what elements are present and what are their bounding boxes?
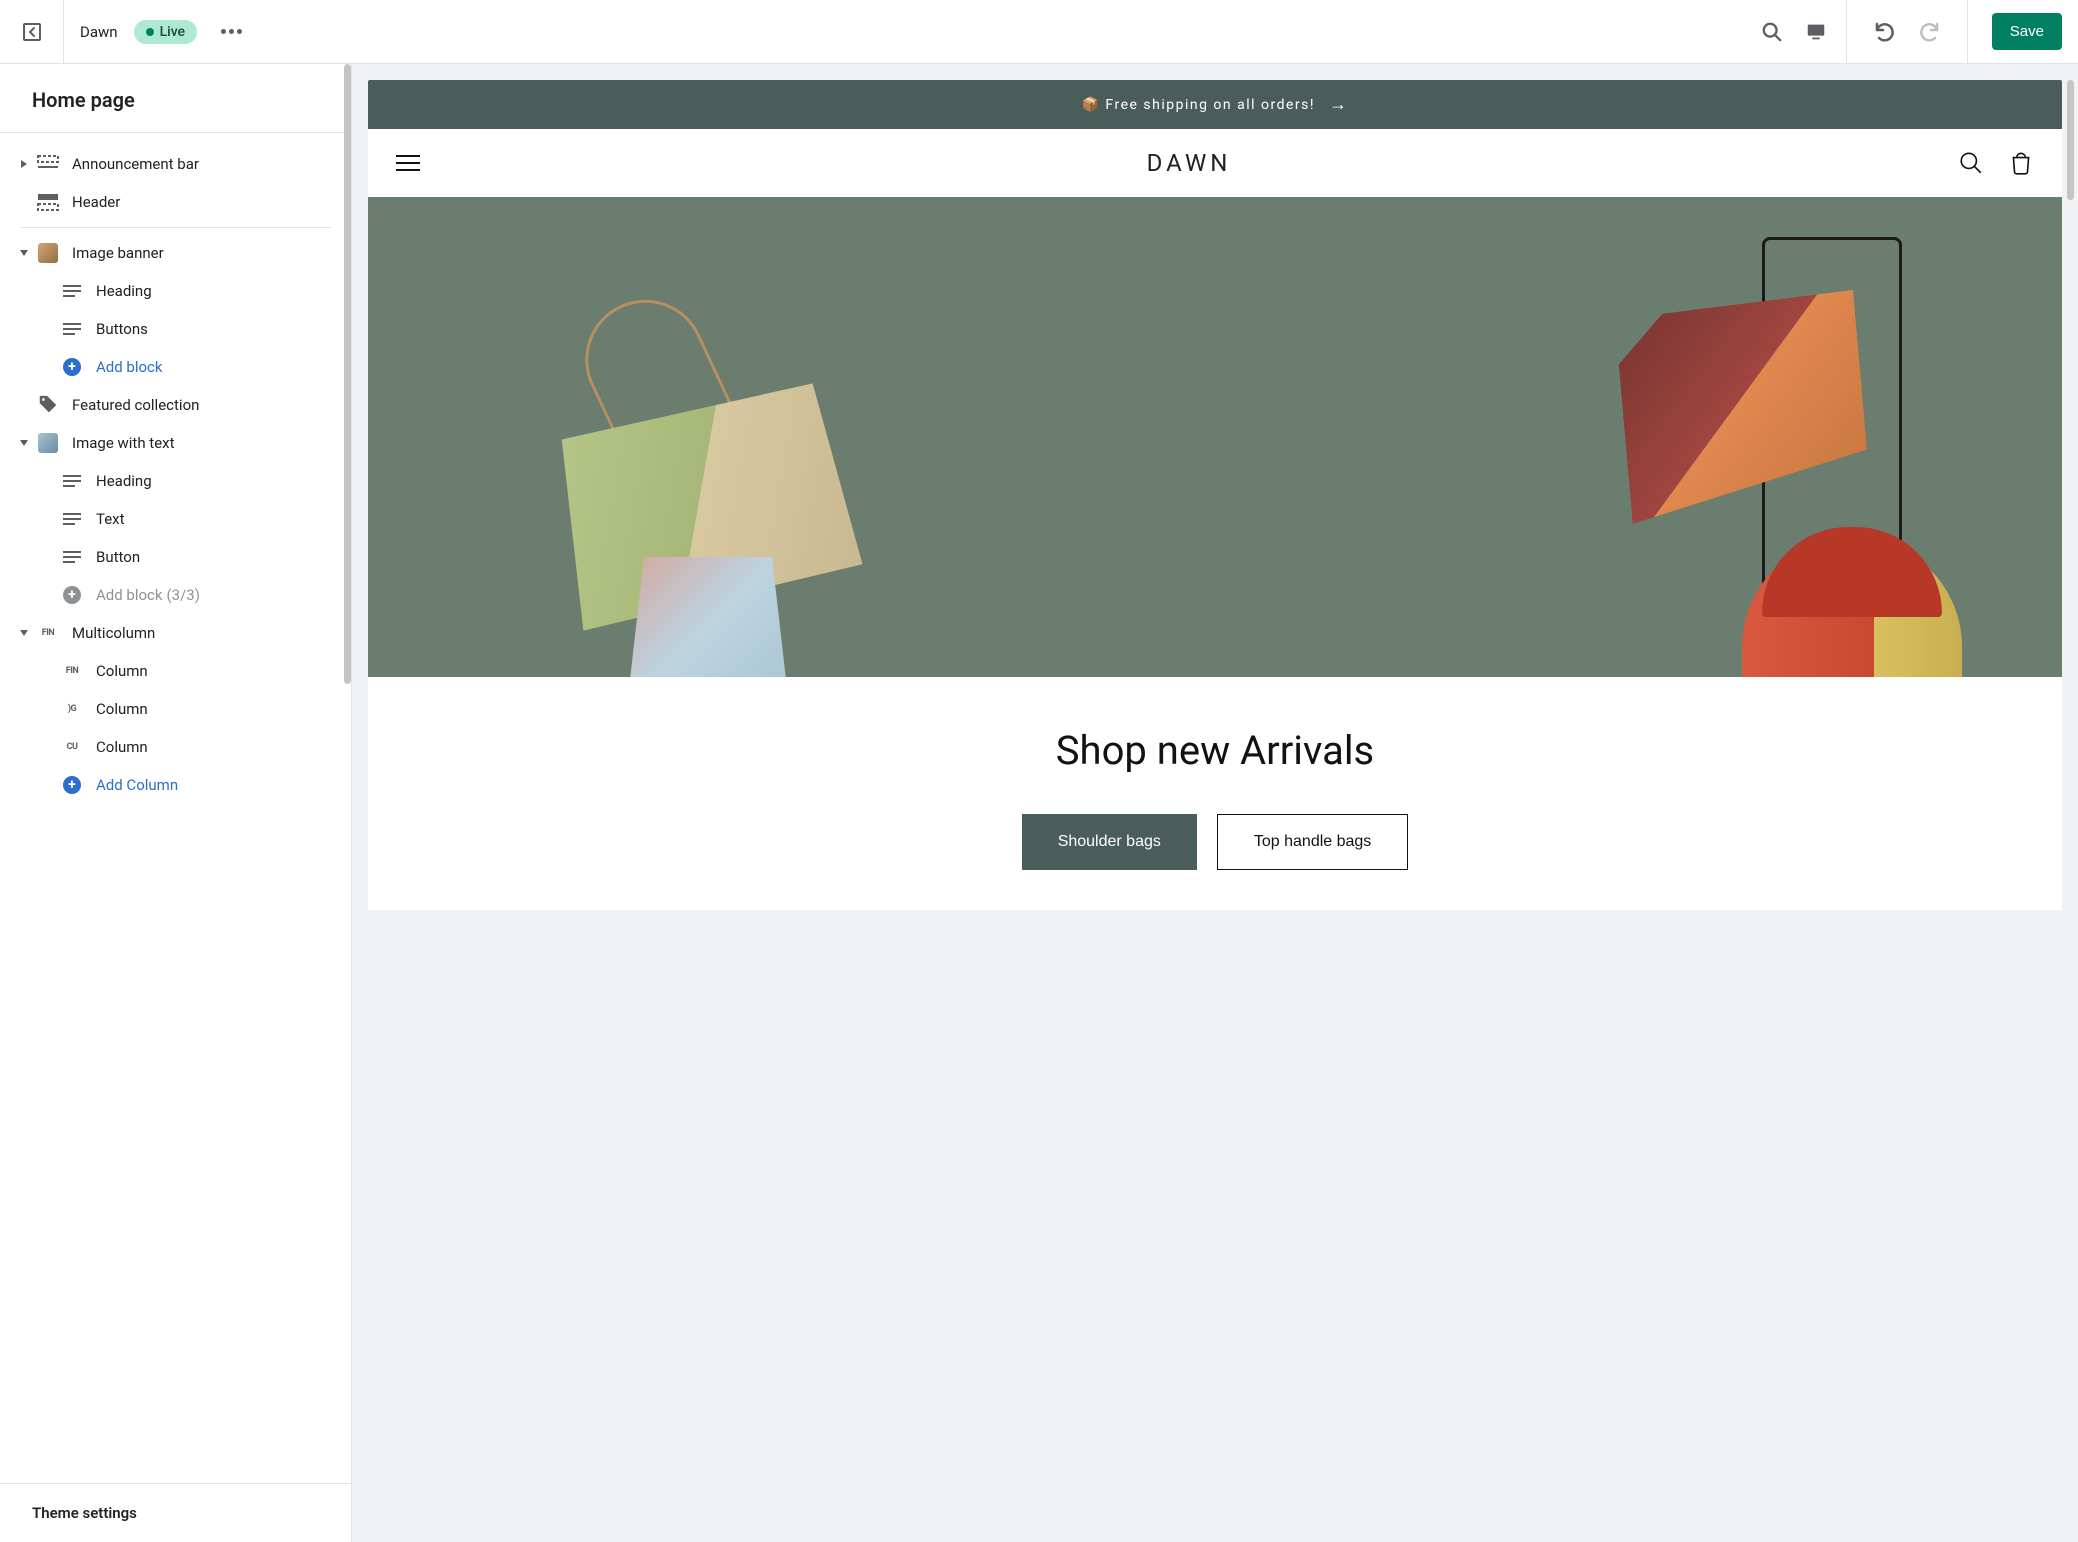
block-column[interactable]: )G Column [0,690,351,728]
topbar: Dawn Live [0,0,2078,64]
plus-circle-icon: + [60,357,84,377]
block-label: Buttons [96,320,335,338]
search-icon [1761,21,1783,43]
banner-content: Shop new Arrivals Shoulder bags Top hand… [368,677,2062,910]
status-dot-icon [146,28,154,36]
column-thumb-icon: CU [60,737,84,757]
caret-down-icon[interactable] [16,248,32,258]
status-label: Live [160,24,185,40]
text-lines-icon [60,281,84,301]
redo-button[interactable] [1907,10,1951,54]
preview-canvas: 📦 Free shipping on all orders! → DAWN [352,64,2078,1542]
caret-right-icon[interactable] [16,159,32,169]
text-lines-icon [60,547,84,567]
add-label: Add block [96,358,335,376]
block-label: Column [96,700,335,718]
undo-icon [1873,20,1897,44]
section-label: Multicolumn [72,624,335,642]
add-block-button[interactable]: + Add block [0,348,351,386]
section-header[interactable]: Header [0,183,351,221]
save-button[interactable]: Save [1992,13,2062,50]
arrow-right-icon: → [1329,94,1349,115]
banner-secondary-button[interactable]: Top handle bags [1217,814,1408,870]
column-thumb-icon: FIN [60,661,84,681]
add-block-disabled: + Add block (3/3) [0,576,351,614]
multicolumn-icon: FIN [36,623,60,643]
plus-circle-icon: + [60,775,84,795]
search-button[interactable] [1750,10,1794,54]
caret-down-icon[interactable] [16,438,32,448]
block-button[interactable]: Button [0,538,351,576]
section-multicolumn[interactable]: FIN Multicolumn [0,614,351,652]
status-badge: Live [134,20,197,44]
exit-icon [20,20,44,44]
tag-icon [36,395,60,415]
more-menu-button[interactable] [221,29,242,34]
scrollbar[interactable] [344,64,351,684]
cart-button[interactable] [2008,150,2034,176]
section-label: Header [72,193,335,211]
redo-icon [1917,20,1941,44]
section-label: Announcement bar [72,155,335,173]
announcement-bar[interactable]: 📦 Free shipping on all orders! → [368,80,2062,129]
section-featured-collection[interactable]: Featured collection [0,386,351,424]
text-lines-icon [60,509,84,529]
block-label: Heading [96,472,335,490]
image-banner-icon [36,243,60,263]
plus-circle-icon: + [60,585,84,605]
block-count: (3/3) [167,586,200,604]
preview-frame: 📦 Free shipping on all orders! → DAWN [368,80,2062,910]
search-icon [1958,150,1984,176]
theme-name: Dawn [64,23,134,41]
block-label: Button [96,548,335,566]
block-column[interactable]: CU Column [0,728,351,766]
section-image-banner[interactable]: Image banner [0,234,351,272]
block-label: Column [96,662,335,680]
sidebar: Home page Announcement bar [0,64,352,1542]
undo-button[interactable] [1863,10,1907,54]
section-announcement-bar[interactable]: Announcement bar [0,145,351,183]
banner-primary-button[interactable]: Shoulder bags [1022,814,1197,870]
page-title: Home page [0,64,351,132]
block-column[interactable]: FIN Column [0,652,351,690]
desktop-icon [1805,21,1827,43]
store-header: DAWN [368,129,2062,197]
theme-settings-button[interactable]: Theme settings [0,1483,351,1542]
block-text[interactable]: Text [0,500,351,538]
section-label: Image banner [72,244,335,262]
section-label: Featured collection [72,396,335,414]
section-label: Image with text [72,434,335,452]
announcement-icon [36,154,60,174]
bag-icon [2008,150,2034,176]
banner-heading[interactable]: Shop new Arrivals [388,727,2042,774]
block-heading[interactable]: Heading [0,462,351,500]
block-heading[interactable]: Heading [0,272,351,310]
store-logo[interactable]: DAWN [1147,149,1232,177]
image-with-text-icon [36,433,60,453]
caret-down-icon[interactable] [16,628,32,638]
add-label: Add Column [96,776,335,794]
column-thumb-icon: )G [60,699,84,719]
section-image-with-text[interactable]: Image with text [0,424,351,462]
header-icon [36,192,60,212]
image-banner[interactable] [368,197,2062,677]
text-lines-icon [60,319,84,339]
add-column-button[interactable]: + Add Column [0,766,351,804]
announcement-text: 📦 Free shipping on all orders! [1081,97,1315,113]
banner-image [368,197,2062,677]
menu-button[interactable] [396,155,420,171]
scrollbar[interactable] [2067,80,2074,200]
text-lines-icon [60,471,84,491]
add-label: Add block [96,586,163,604]
block-buttons[interactable]: Buttons [0,310,351,348]
viewport-button[interactable] [1794,10,1838,54]
block-label: Text [96,510,335,528]
block-label: Column [96,738,335,756]
back-button[interactable] [0,0,64,63]
block-label: Heading [96,282,335,300]
store-search-button[interactable] [1958,150,1984,176]
